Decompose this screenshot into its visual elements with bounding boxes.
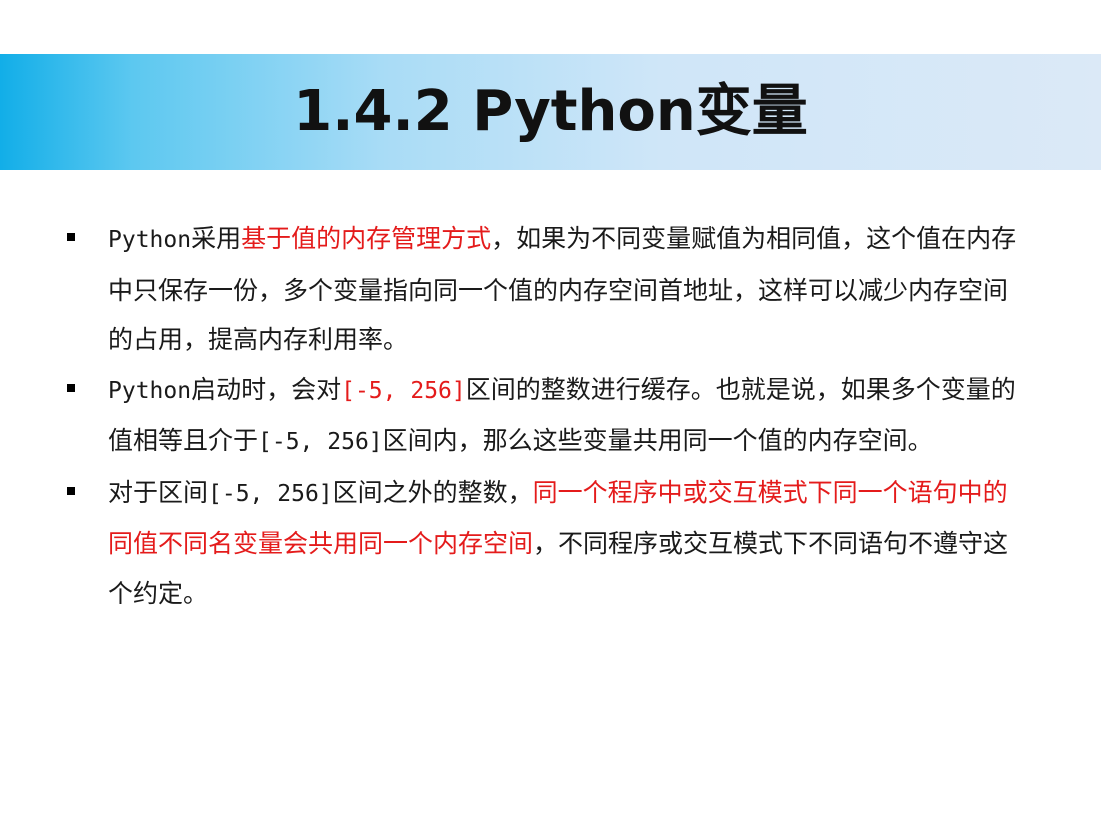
text-segment: 启动时，会对 xyxy=(191,374,342,404)
bullet-item-3: 对于区间[-5, 256]区间之外的整数，同一个程序中或交互模式下同一个语句中的… xyxy=(64,468,1024,619)
highlighted-text: 基于值的内存管理方式 xyxy=(241,224,492,253)
text-segment: [-5, 256] xyxy=(258,429,383,455)
bullet-square-icon xyxy=(67,486,75,495)
text-segment: 采用 xyxy=(191,224,242,253)
text-segment: [-5, 256] xyxy=(208,480,333,507)
text-segment: Python xyxy=(108,227,192,253)
slide: 1.4.2 Python变量 Python采用基于值的内存管理方式，如果为不同变… xyxy=(0,0,1101,826)
bullet-square-icon xyxy=(67,383,75,392)
text-segment: 区间内，那么这些变量共用同一个值的内存空间。 xyxy=(382,426,933,455)
bullet-list: Python采用基于值的内存管理方式，如果为不同变量赋值为相同值，这个值在内存中… xyxy=(64,214,1024,618)
bullet-item-2: Python启动时，会对[-5, 256]区间的整数进行缓存。也就是说，如果多个… xyxy=(64,365,1024,468)
highlighted-text: [-5, 256] xyxy=(341,377,466,404)
text-segment: Python xyxy=(108,377,192,404)
text-segment: 对于区间 xyxy=(108,477,209,507)
bullet-item-1: Python采用基于值的内存管理方式，如果为不同变量赋值为相同值，这个值在内存中… xyxy=(64,214,1024,365)
text-segment: 区间之外的整数， xyxy=(332,477,533,507)
slide-title: 1.4.2 Python变量 xyxy=(293,79,808,144)
bullet-square-icon xyxy=(67,233,75,241)
